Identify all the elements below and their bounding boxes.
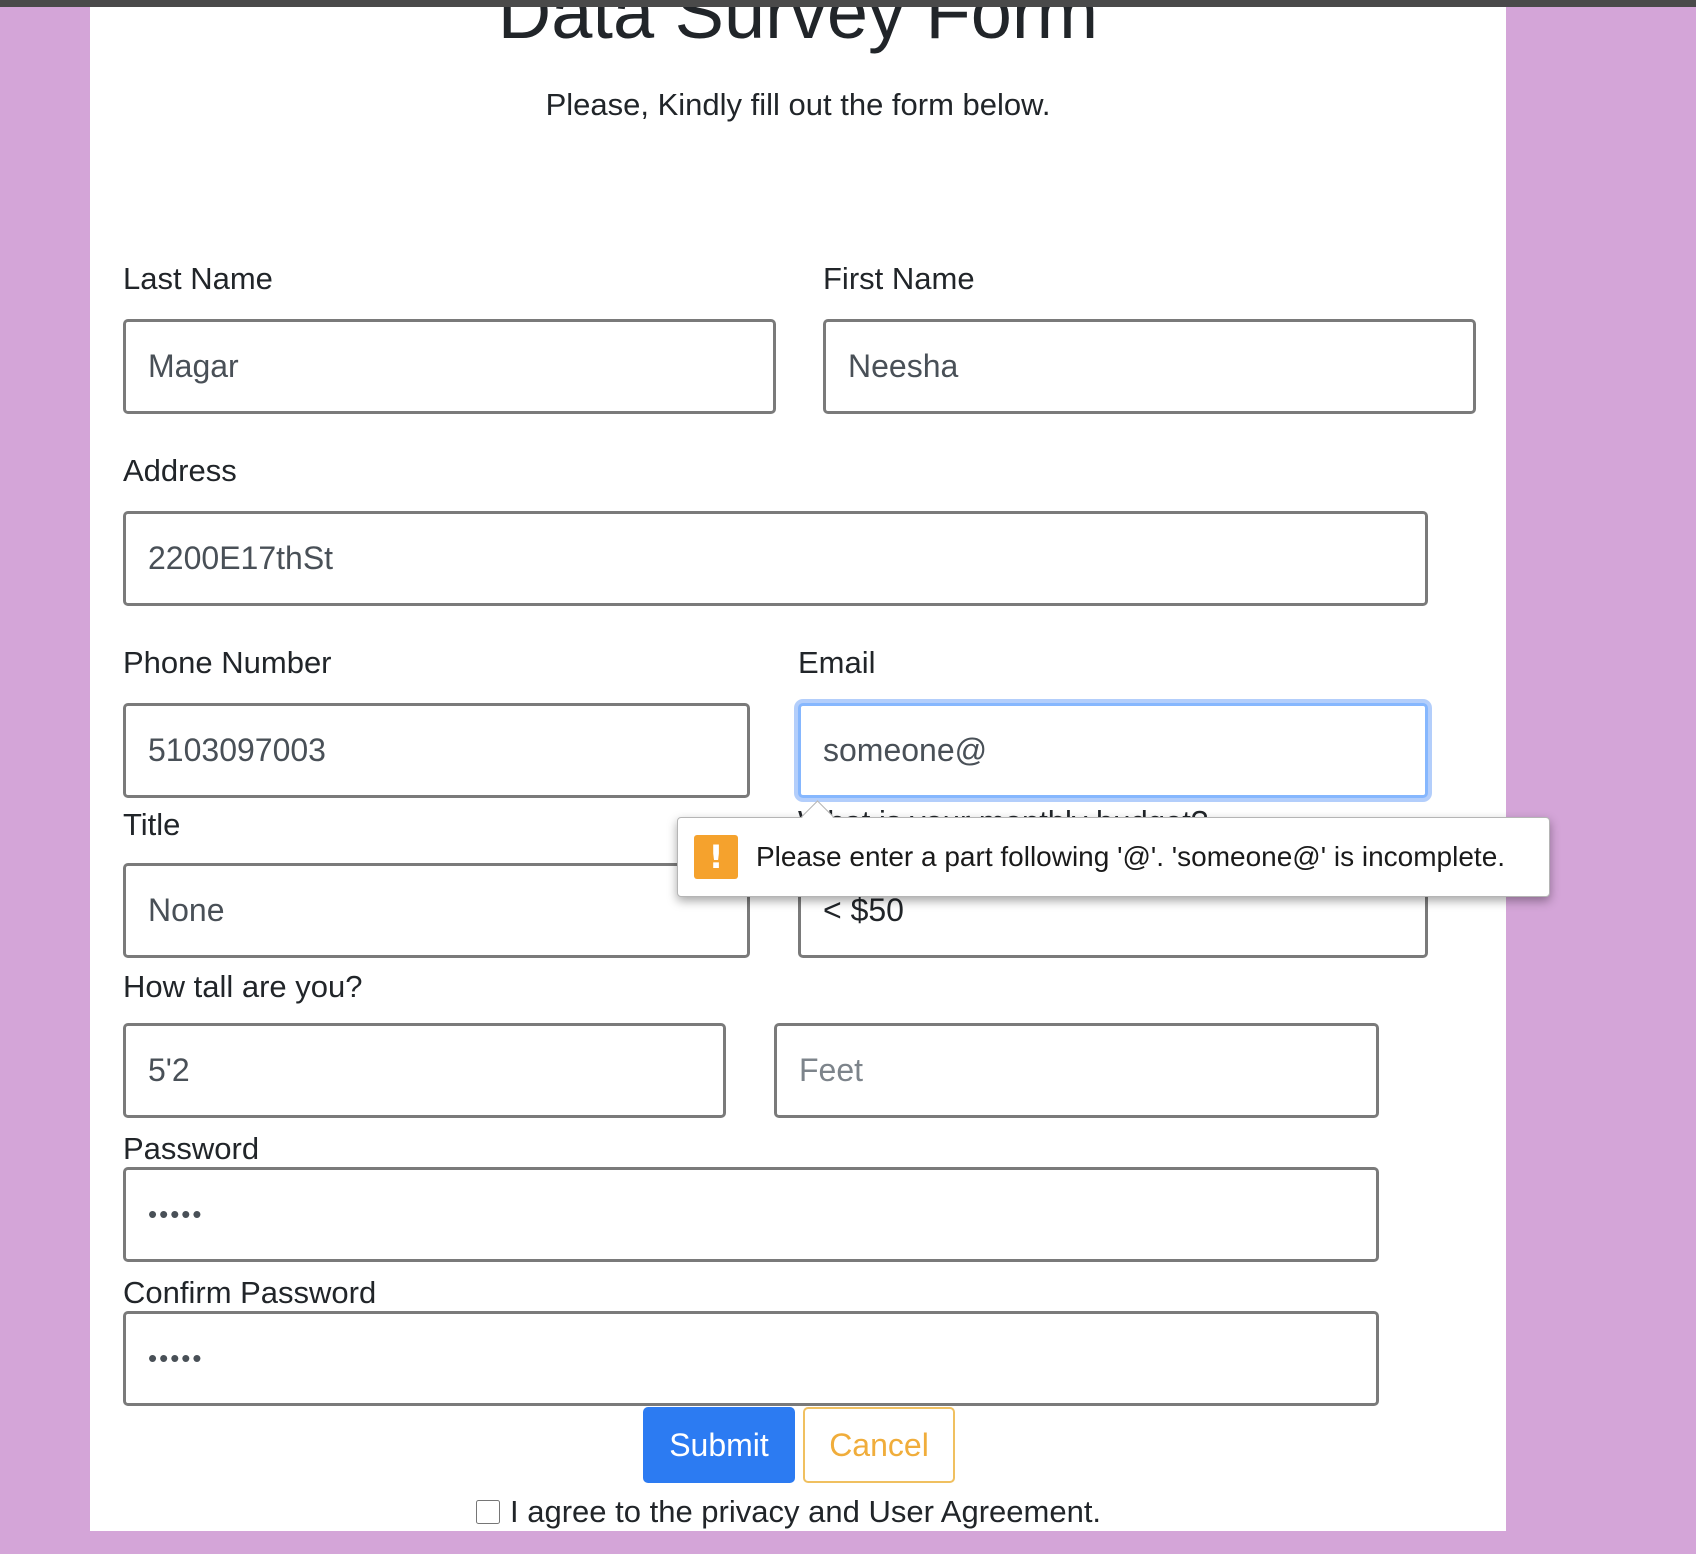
email-validation-tooltip: ! Please enter a part following '@'. 'so… [677,817,1550,897]
first-name-label: First Name [823,261,975,296]
email-label: Email [798,645,876,680]
title-input[interactable] [123,863,750,958]
agreement-label: I agree to the privacy and User Agreemen… [510,1494,1102,1529]
submit-button[interactable]: Submit [643,1407,795,1483]
survey-card: Data Survey Form Please, Kindly fill out… [90,7,1506,1531]
browser-top-edge [0,0,1696,7]
agreement-row: I agree to the privacy and User Agreemen… [476,1494,1101,1530]
confirm-password-label: Confirm Password [123,1275,377,1310]
confirm-password-input[interactable] [123,1311,1379,1406]
height-unit-input[interactable] [774,1023,1379,1118]
title-label: Title [123,807,181,842]
email-input[interactable] [798,703,1428,798]
first-name-input[interactable] [823,319,1476,414]
last-name-label: Last Name [123,261,273,296]
password-label: Password [123,1131,260,1166]
password-input[interactable] [123,1167,1379,1262]
page-title: Data Survey Form [497,7,1099,54]
phone-input[interactable] [123,703,750,798]
height-label: How tall are you? [123,969,363,1004]
page-subtitle: Please, Kindly fill out the form below. [545,87,1051,122]
phone-label: Phone Number [123,645,332,680]
agreement-checkbox[interactable] [476,1500,500,1524]
last-name-input[interactable] [123,319,776,414]
warning-icon: ! [694,835,738,879]
height-input[interactable] [123,1023,726,1118]
cancel-button[interactable]: Cancel [803,1407,955,1483]
address-input[interactable] [123,511,1428,606]
address-label: Address [123,453,237,488]
validation-message: Please enter a part following '@'. 'some… [756,841,1506,872]
